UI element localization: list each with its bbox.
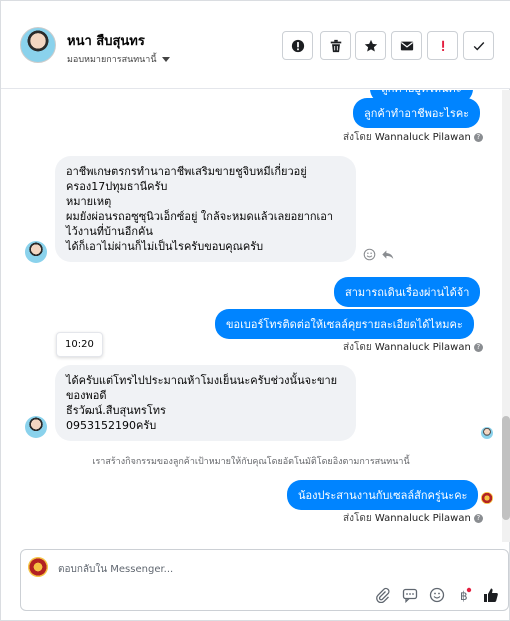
paperclip-icon (376, 587, 390, 604)
help-icon[interactable]: ? (473, 513, 483, 523)
exclamation-icon (441, 40, 444, 51)
incoming-message[interactable]: ได้ครับแต่โทรไปประมาณห้าโมงเย็นนะครับช่ว… (55, 365, 356, 441)
star-button[interactable] (355, 31, 386, 60)
message-line: ไว้งานที่บ้านอีกคัน (66, 225, 153, 238)
system-note: เราสร้างกิจกรรมของลูกค้าเป้าหมายให้กับคุ… (92, 457, 410, 467)
delete-button[interactable] (320, 31, 351, 60)
seen-avatar (481, 427, 493, 439)
outgoing-message[interactable]: ลูกค้าทำอาชีพอะไรคะ (353, 98, 481, 128)
done-button[interactable] (463, 31, 494, 60)
message-line: ครอง17ปทุมธานีครับ (66, 180, 168, 193)
assign-label: มอบหมายการสนทนานี้ (67, 55, 157, 65)
star-icon (364, 39, 377, 52)
message-line: ธีรวัฒน์.สืบสุนทรโทร (66, 404, 166, 417)
emoji-button[interactable] (429, 587, 445, 603)
message-line: ผมยังผ่อนรถอซูซุนิวเอ็กซ์อยู่ ใกล้จะหมดแ… (66, 210, 334, 223)
outgoing-message[interactable]: สามารถเดินเรื่องผ่านได้จ้า (334, 277, 481, 307)
contact-name[interactable]: หนา สืบสุนทร (67, 30, 145, 51)
sent-by-prefix: ส่งโดย (343, 513, 372, 524)
svg-text:฿: ฿ (460, 589, 468, 603)
smiley-icon (429, 587, 445, 603)
spam-button[interactable] (427, 31, 458, 60)
sender-name[interactable]: Wannaluck Pilawan (375, 513, 471, 524)
alert-circle-icon (291, 39, 304, 52)
message-line: ได้ครับแต่โทรไปประมาณห้าโมงเย็นนะครับช่ว… (66, 374, 338, 387)
page-seen-avatar (481, 492, 493, 504)
sent-by-label: ส่งโดย Wannaluck Pilawan? (343, 130, 483, 145)
check-icon (473, 41, 484, 51)
react-icon[interactable] (363, 248, 376, 261)
reply-icon[interactable] (381, 248, 395, 261)
payment-button[interactable]: ฿ (456, 587, 472, 603)
mark-unread-button[interactable] (391, 31, 422, 60)
sent-by-prefix: ส่งโดย (343, 132, 372, 143)
message-line: 0953152190ครับ (66, 419, 157, 432)
messenger-conversation-panel: หนา สืบสุนทร มอบหมายการสนทนานี้ ลูกค้าอย… (0, 0, 510, 621)
outgoing-message[interactable]: ขอเบอร์โทรติดต่อให้เซลล์คุยรายละเอียดได้… (215, 309, 474, 339)
sender-name[interactable]: Wannaluck Pilawan (375, 132, 471, 143)
message-timestamp-tooltip: 10:20 (56, 332, 103, 357)
message-line: ของพอดี (66, 389, 107, 402)
message-line: ได้ก็เอาไม่ผ่านก็ไม่เป็นไรครับขอบคุณครับ (66, 240, 264, 253)
contact-avatar[interactable] (20, 27, 56, 63)
help-icon[interactable]: ? (473, 132, 483, 142)
conversation-header: หนา สืบสุนทร มอบหมายการสนทนานี้ (1, 1, 510, 89)
saved-replies-button[interactable] (402, 587, 418, 604)
message-line: อาชีพเกษตรกรทำนาอาชีพเสริมขายชูจิบหมีเกี… (66, 165, 307, 178)
send-like-button[interactable] (483, 587, 499, 603)
report-button[interactable] (282, 31, 313, 60)
contact-avatar-small[interactable] (25, 241, 47, 263)
assign-conversation-dropdown[interactable]: มอบหมายการสนทนานี้ (67, 52, 170, 66)
chevron-down-icon (161, 57, 170, 62)
envelope-icon (400, 41, 413, 50)
contact-avatar-small[interactable] (25, 416, 47, 438)
sent-by-prefix: ส่งโดย (343, 342, 372, 353)
thumbs-up-icon (484, 588, 498, 602)
page-logo-avatar (28, 557, 48, 577)
saved-replies-icon (402, 588, 418, 604)
sent-by-label: ส่งโดย Wannaluck Pilawan? (343, 511, 483, 526)
outgoing-message[interactable]: น้องประสานงานกับเซลล์สักครู่นะคะ (287, 480, 479, 510)
trash-icon (330, 39, 341, 52)
reply-composer[interactable]: ตอบกลับใน Messenger... ฿ (20, 549, 509, 611)
sender-name[interactable]: Wannaluck Pilawan (375, 342, 471, 353)
message-thread[interactable]: ลูกค้าอยู่ที่ไหนคะ ลูกค้าทำอาชีพอะไรคะ ส… (1, 90, 510, 542)
thread-scrollbar-thumb[interactable] (502, 416, 510, 520)
baht-currency-icon: ฿ (460, 587, 472, 603)
incoming-message[interactable]: อาชีพเกษตรกรทำนาอาชีพเสริมขายชูจิบหมีเกี… (55, 156, 356, 262)
message-line: หมายเหตุ (66, 195, 112, 208)
sent-by-label: ส่งโดย Wannaluck Pilawan? (343, 340, 483, 355)
reply-input[interactable]: ตอบกลับใน Messenger... (58, 562, 173, 577)
help-icon[interactable]: ? (473, 342, 483, 352)
attach-button[interactable] (375, 587, 391, 604)
